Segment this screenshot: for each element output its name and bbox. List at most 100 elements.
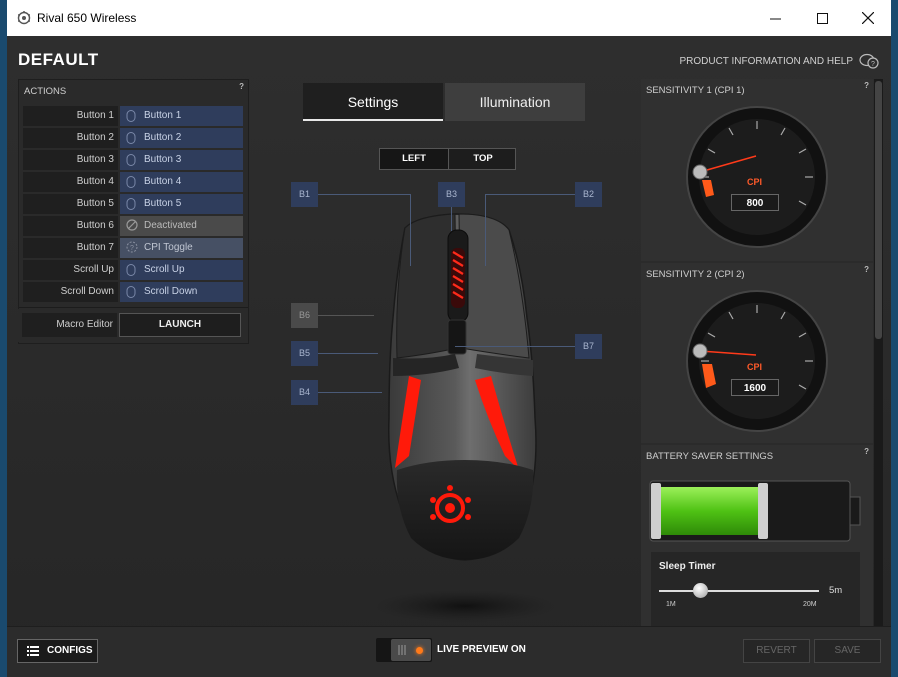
binding-button-4[interactable]: Button 4 xyxy=(120,172,243,192)
divider xyxy=(19,307,248,308)
sensitivity-1-title: SENSITIVITY 1 (CPI 1) xyxy=(646,85,745,96)
sleep-timer-slider-handle[interactable] xyxy=(693,583,708,598)
app-body: DEFAULT PRODUCT INFORMATION AND HELP ? A… xyxy=(7,36,891,677)
callout-line xyxy=(410,194,411,266)
config-name: DEFAULT xyxy=(18,50,99,69)
mouse-icon xyxy=(126,264,136,276)
scrollbar-thumb[interactable] xyxy=(875,81,882,339)
action-row-scroll-down: Scroll Down Scroll Down xyxy=(23,282,243,302)
right-panel: SENSITIVITY 1 (CPI 1) ? CPI 800 SENSITIV… xyxy=(641,79,873,626)
launch-macro-button[interactable]: LAUNCH xyxy=(119,313,241,337)
binding-scroll-down[interactable]: Scroll Down xyxy=(120,282,243,302)
view-left-button[interactable]: LEFT xyxy=(380,149,448,169)
cpi-2-gauge[interactable] xyxy=(684,288,830,434)
sensitivity-2-title: SENSITIVITY 2 (CPI 2) xyxy=(646,269,745,280)
binding-button-6[interactable]: Deactivated xyxy=(120,216,243,236)
mouse-icon xyxy=(126,176,136,188)
configs-button[interactable]: CONFIGS xyxy=(17,639,98,663)
toggle-knob xyxy=(391,639,431,661)
callout-b7[interactable]: B7 xyxy=(575,334,602,359)
callout-line xyxy=(455,346,575,347)
product-help-link[interactable]: PRODUCT INFORMATION AND HELP xyxy=(679,56,853,67)
cpi-1-value[interactable]: 800 xyxy=(731,194,779,211)
view-toggle: LEFT TOP xyxy=(379,148,516,170)
action-label: Button 3 xyxy=(23,150,118,170)
mouse-icon xyxy=(126,154,136,166)
sensitivity-1-help-button[interactable]: ? xyxy=(864,81,869,90)
binding-button-3[interactable]: Button 3 xyxy=(120,150,243,170)
sleep-timer-box: Sleep Timer 5m 1M 20M xyxy=(651,552,860,626)
callout-line xyxy=(318,353,378,354)
help-chat-icon[interactable]: ? xyxy=(859,52,879,70)
callout-b4[interactable]: B4 xyxy=(291,380,318,405)
app-window: Rival 650 Wireless DEFAULT PRODUCT INFOR… xyxy=(7,0,891,677)
cpi-2-unit-label: CPI xyxy=(747,362,763,372)
maximize-icon xyxy=(816,12,828,24)
action-row-scroll-up: Scroll Up Scroll Up xyxy=(23,260,243,280)
right-panel-scrollbar[interactable] xyxy=(874,79,883,626)
callout-line xyxy=(451,207,452,231)
battery-saver-help-button[interactable]: ? xyxy=(864,447,869,456)
callout-line xyxy=(485,194,575,195)
sleep-timer-value: 5m xyxy=(829,585,843,596)
binding-button-2[interactable]: Button 2 xyxy=(120,128,243,148)
callout-b2[interactable]: B2 xyxy=(575,182,602,207)
mouse-icon xyxy=(126,110,136,122)
view-top-button[interactable]: TOP xyxy=(448,149,517,169)
svg-text:?: ? xyxy=(871,61,875,68)
binding-scroll-up[interactable]: Scroll Up xyxy=(120,260,243,280)
action-label: Button 1 xyxy=(23,106,118,126)
action-label: Button 6 xyxy=(23,216,118,236)
window-title: Rival 650 Wireless xyxy=(37,11,137,25)
battery-saver-section: BATTERY SAVER SETTINGS ? Sleep Timer 5m … xyxy=(641,445,873,626)
tab-settings[interactable]: Settings xyxy=(303,83,443,121)
maximize-button[interactable] xyxy=(799,0,845,36)
live-preview-toggle[interactable] xyxy=(376,638,432,662)
action-row-button-7: Button 7 ? CPI Toggle xyxy=(23,238,243,258)
callout-b5[interactable]: B5 xyxy=(291,341,318,366)
deactivated-icon xyxy=(126,219,138,231)
svg-text:?: ? xyxy=(130,245,134,252)
binding-button-1[interactable]: Button 1 xyxy=(120,106,243,126)
action-label: Button 4 xyxy=(23,172,118,192)
mouse-icon xyxy=(126,198,136,210)
sensitivity-2-help-button[interactable]: ? xyxy=(864,265,869,274)
callout-line xyxy=(318,315,374,316)
cpi-toggle-icon: ? xyxy=(126,241,138,253)
actions-help-button[interactable]: ? xyxy=(239,82,244,91)
action-row-button-2: Button 2 Button 2 xyxy=(23,128,243,148)
cpi-1-unit-label: CPI xyxy=(747,177,763,187)
sleep-timer-max-label: 20M xyxy=(803,601,817,608)
binding-button-7[interactable]: ? CPI Toggle xyxy=(120,238,243,258)
callout-b3[interactable]: B3 xyxy=(438,182,465,207)
sleep-timer-track[interactable] xyxy=(659,590,819,592)
battery-level-indicator xyxy=(649,480,861,542)
close-icon xyxy=(862,12,874,24)
revert-button[interactable]: REVERT xyxy=(743,639,810,663)
mouse-icon xyxy=(126,132,136,144)
list-icon xyxy=(27,646,39,656)
callout-b6[interactable]: B6 xyxy=(291,303,318,328)
minimize-button[interactable] xyxy=(752,0,798,36)
live-indicator-icon xyxy=(416,647,423,654)
cpi-2-value[interactable]: 1600 xyxy=(731,379,779,396)
close-button[interactable] xyxy=(845,0,891,36)
action-label: Button 7 xyxy=(23,238,118,258)
tab-illumination[interactable]: Illumination xyxy=(445,83,585,121)
callout-line xyxy=(318,392,382,393)
action-label: Scroll Down xyxy=(23,282,118,302)
save-button[interactable]: SAVE xyxy=(814,639,881,663)
sensitivity-2-section: SENSITIVITY 2 (CPI 2) ? CPI 1600 xyxy=(641,263,873,443)
grip-icon xyxy=(398,645,406,655)
action-row-button-6: Button 6 Deactivated xyxy=(23,216,243,236)
action-row-button-3: Button 3 Button 3 xyxy=(23,150,243,170)
macro-editor-row: Macro Editor LAUNCH xyxy=(18,309,247,342)
title-bar: Rival 650 Wireless xyxy=(7,0,891,36)
action-label: Scroll Up xyxy=(23,260,118,280)
binding-button-5[interactable]: Button 5 xyxy=(120,194,243,214)
action-row-button-4: Button 4 Button 4 xyxy=(23,172,243,192)
callout-b1[interactable]: B1 xyxy=(291,182,318,207)
actions-title: ACTIONS xyxy=(24,86,67,97)
mouse-icon xyxy=(126,286,136,298)
mouse-illustration xyxy=(375,213,555,622)
